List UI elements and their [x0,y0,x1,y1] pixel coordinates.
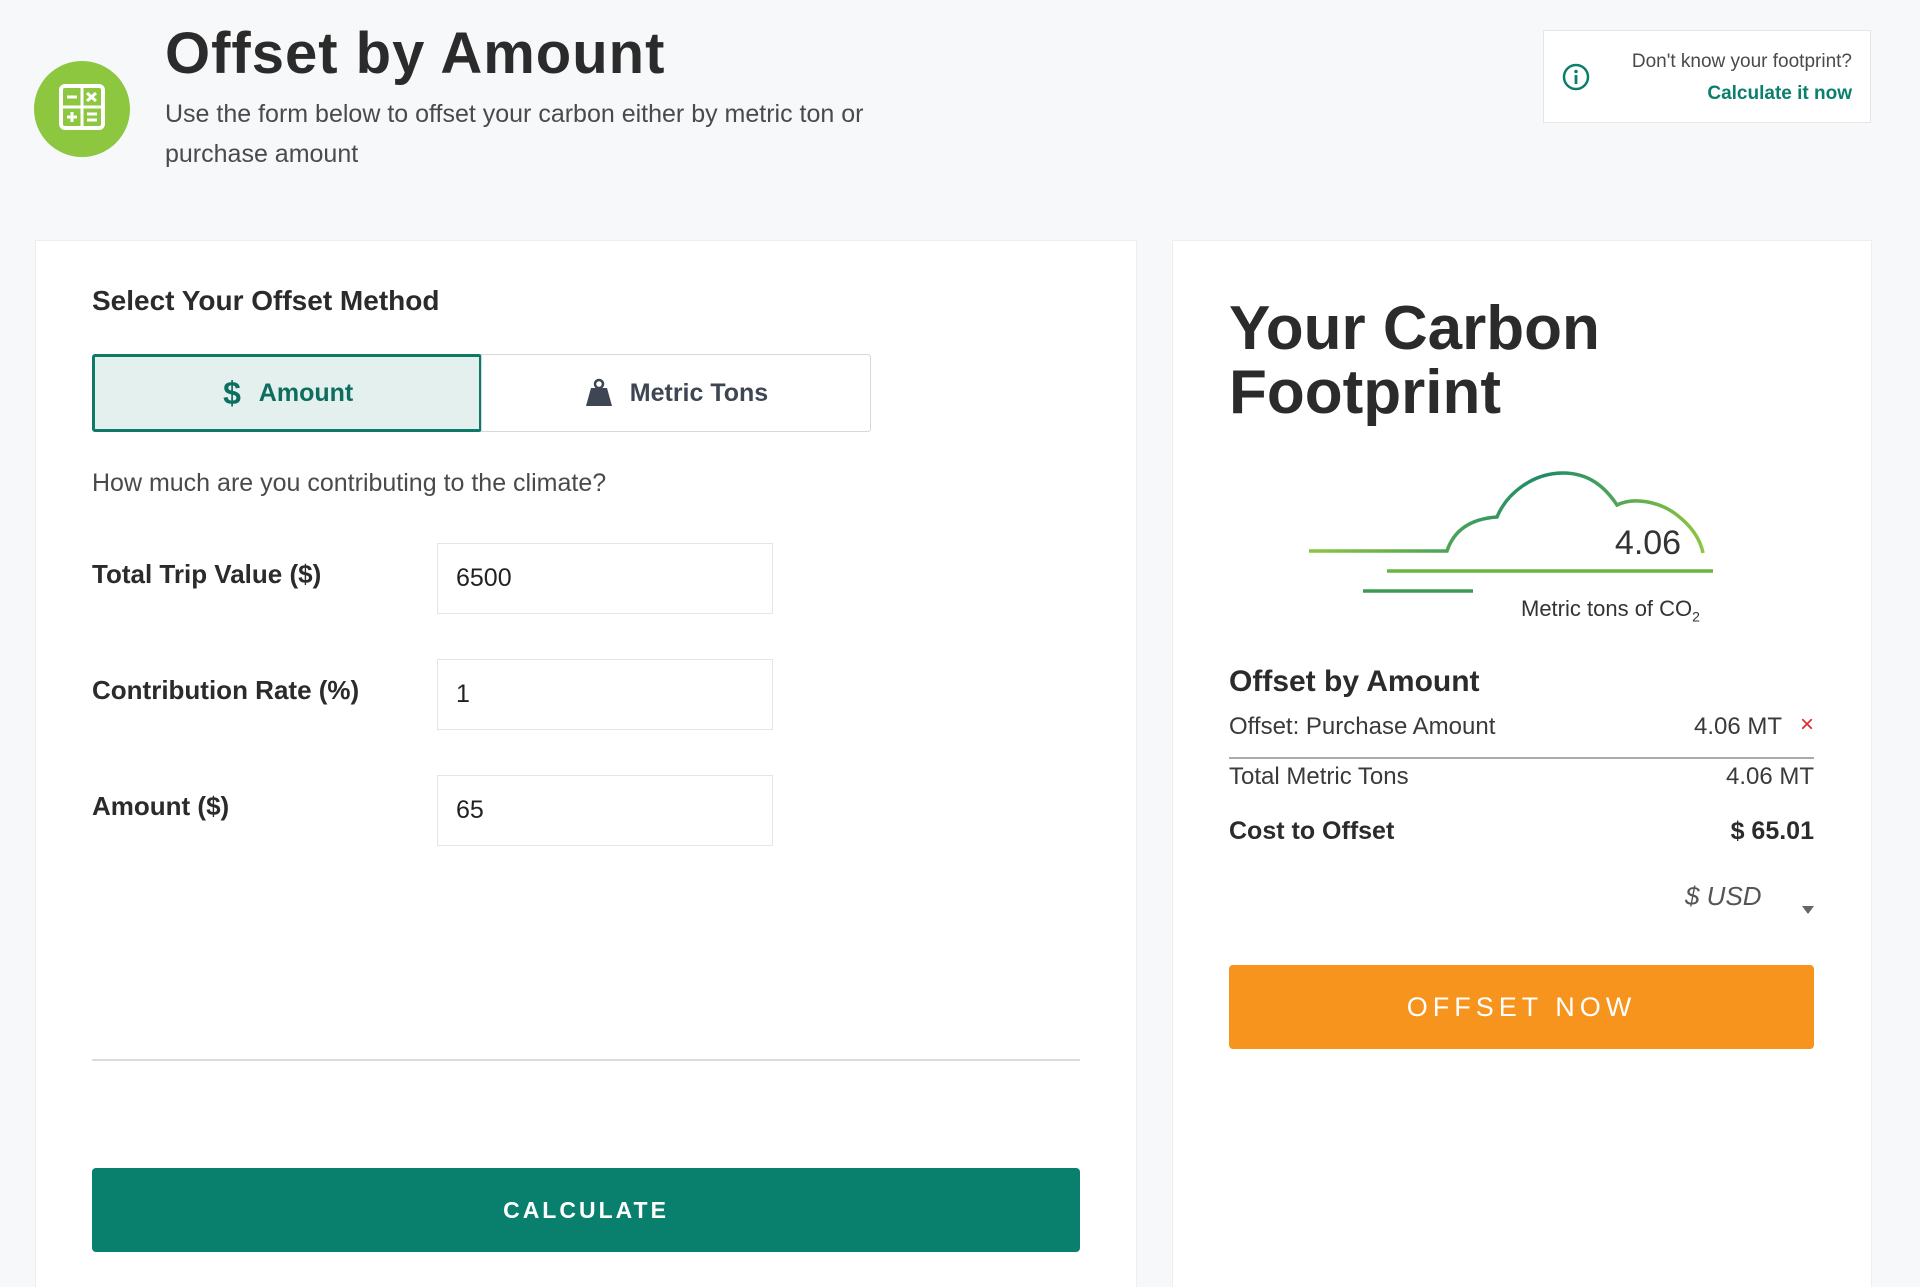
summary-row-value: $ 65.01 [1730,817,1814,845]
method-metric-tons-button[interactable]: Metric Tons [481,354,871,432]
method-amount-label: Amount [258,378,354,407]
summary-heading: Offset by Amount [1229,665,1480,698]
summary-row-label: Cost to Offset [1229,817,1395,845]
summary-row-total: Total Metric Tons 4.06 MT [1229,763,1814,791]
footprint-value: 4.06 [1614,524,1682,562]
amount-label: Amount ($) [92,791,230,821]
contribution-rate-input[interactable] [437,659,773,730]
calculate-button[interactable]: CALCULATE [92,1168,1080,1252]
footprint-unit-subscript: 2 [1692,608,1700,625]
offset-method-heading: Select Your Offset Method [92,285,440,316]
summary-row-value: 4.06 MT [1725,763,1814,790]
info-icon [1562,63,1590,96]
offset-now-button[interactable]: OFFSET NOW [1229,965,1814,1049]
page-title: Offset by Amount [165,21,666,86]
dollar-icon: $ [221,377,243,409]
form-divider [92,1059,1080,1061]
amount-input[interactable] [437,775,773,846]
weight-icon [584,378,614,408]
carbon-footprint-panel: Your Carbon Footprint 4.06 Metric tons o… [1172,240,1872,1287]
calculator-icon [59,83,105,135]
method-amount-button[interactable]: $ Amount [92,354,482,432]
currency-value: $ USD [1685,881,1762,911]
footprint-help-box: Don't know your footprint? Calculate it … [1543,30,1871,123]
page-subtitle: Use the form below to offset your carbon… [165,100,864,168]
calculator-logo [34,61,130,157]
total-trip-value-input[interactable] [437,543,773,614]
remove-offset-icon[interactable]: × [1800,711,1814,739]
calculate-it-now-link[interactable]: Calculate it now [1707,83,1852,105]
method-metric-tons-label: Metric Tons [629,378,769,407]
svg-text:$: $ [223,377,241,409]
footprint-unit-text: Metric tons of CO [1521,596,1693,621]
contribution-rate-label: Contribution Rate (%) [92,675,360,705]
summary-row-label: Total Metric Tons [1229,763,1409,790]
footprint-title: Your Carbon Footprint [1229,294,1600,427]
total-trip-value-label: Total Trip Value ($) [92,559,322,589]
offset-form-panel: Select Your Offset Method $ Amount Metri… [35,240,1137,1287]
currency-select[interactable]: $ USD [1685,881,1815,914]
contribution-question: How much are you contributing to the cli… [92,469,607,497]
summary-row-purchase: Offset: Purchase Amount 4.06 MT × [1229,711,1814,741]
summary-divider [1229,757,1814,759]
chevron-down-icon [1801,891,1815,922]
help-question: Don't know your footprint? [1631,51,1852,72]
summary-row-cost: Cost to Offset $ 65.01 [1229,817,1814,846]
summary-row-label: Offset: Purchase Amount [1229,713,1496,740]
footprint-unit-caption: Metric tons of CO2 [1521,596,1700,624]
summary-row-value: 4.06 MT [1693,713,1782,740]
